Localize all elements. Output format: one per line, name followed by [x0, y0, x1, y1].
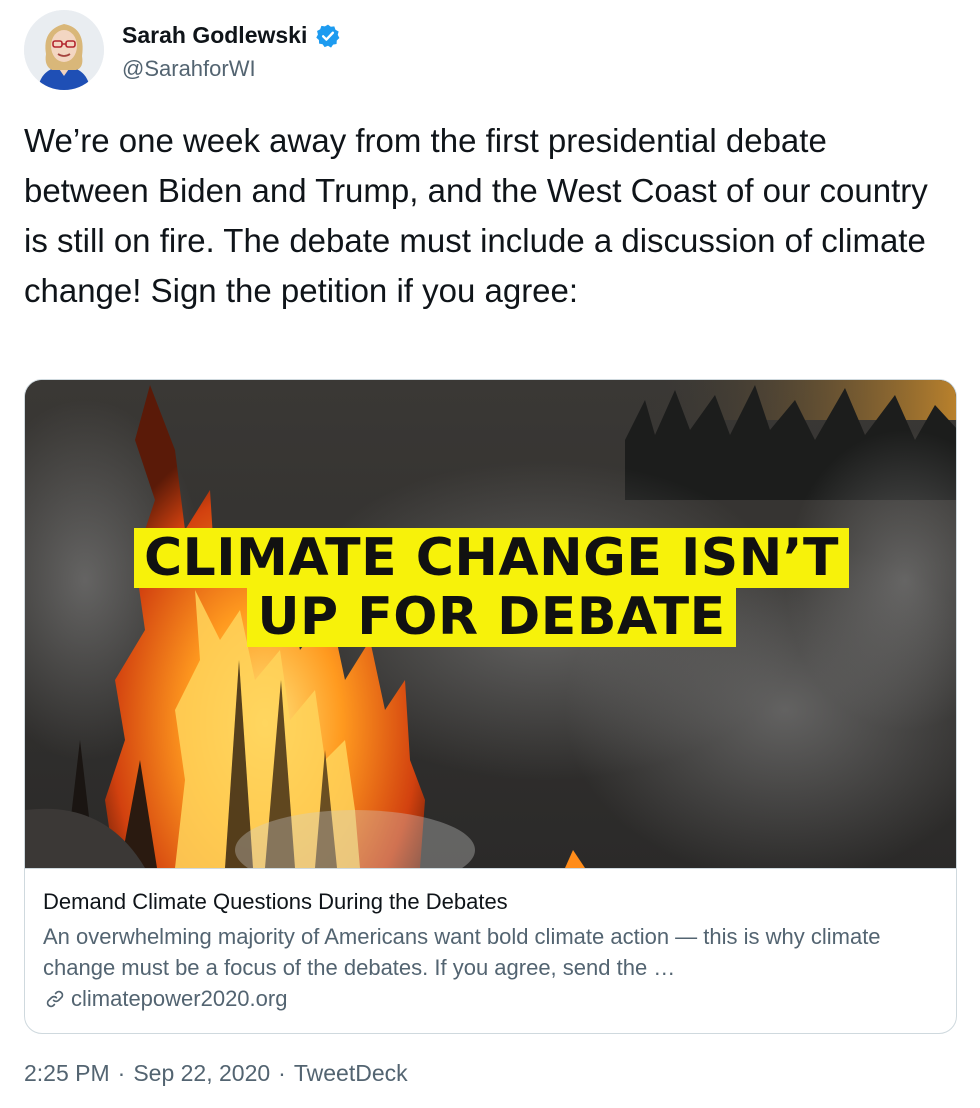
card-title[interactable]: Demand Climate Questions During the Deba… — [43, 887, 940, 917]
tweet-meta: 2:25 PM · Sep 22, 2020 · TweetDeck — [24, 1060, 408, 1087]
meta-separator: · — [117, 1060, 126, 1086]
image-headline-line-2: UP FOR DEBATE — [25, 587, 956, 647]
tweet-date[interactable]: Sep 22, 2020 — [133, 1060, 270, 1087]
link-preview-card[interactable]: CLIMATE CHANGE ISN’T UP FOR DEBATE Deman… — [24, 379, 957, 1034]
headline-text-1: CLIMATE CHANGE ISN’T — [134, 528, 849, 588]
image-headline-line-1: CLIMATE CHANGE ISN’T — [25, 528, 956, 588]
card-description: An overwhelming majority of Americans wa… — [43, 924, 881, 980]
tweet-text: We’re one week away from the first presi… — [24, 122, 928, 309]
tweet-source[interactable]: TweetDeck — [294, 1060, 408, 1087]
avatar[interactable] — [24, 10, 104, 90]
name-row: Sarah Godlewski — [122, 22, 341, 49]
author-name[interactable]: Sarah Godlewski — [122, 22, 307, 49]
card-body[interactable]: Demand Climate Questions During the Deba… — [25, 868, 956, 1033]
card-domain[interactable]: climatepower2020.org — [71, 983, 287, 1014]
meta-separator: · — [278, 1060, 286, 1086]
tweet-time[interactable]: 2:25 PM — [24, 1060, 110, 1087]
card-image[interactable]: CLIMATE CHANGE ISN’T UP FOR DEBATE — [25, 380, 956, 868]
card-domain-row[interactable]: climatepower2020.org — [43, 983, 940, 1014]
headline-text-2: UP FOR DEBATE — [247, 587, 736, 647]
link-icon — [43, 987, 67, 1011]
tweet-header: Sarah Godlewski @SarahforWI — [24, 10, 624, 92]
verified-badge-icon — [315, 23, 341, 49]
author-handle[interactable]: @SarahforWI — [122, 56, 256, 82]
